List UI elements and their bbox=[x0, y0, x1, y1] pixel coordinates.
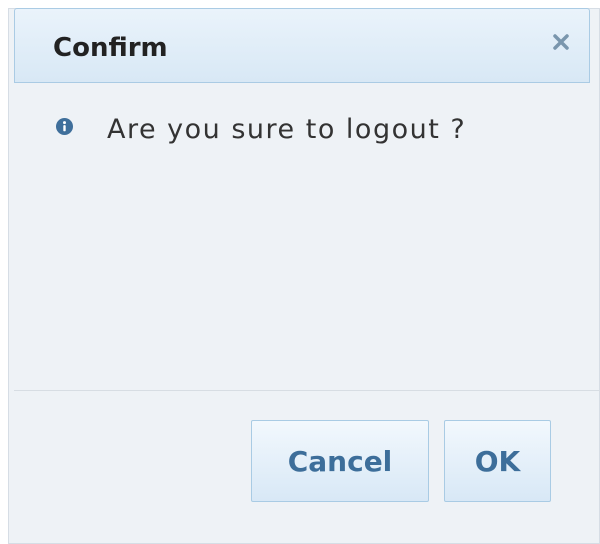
ok-button[interactable]: OK bbox=[444, 420, 551, 502]
close-icon[interactable] bbox=[551, 32, 571, 52]
dialog-title: Confirm bbox=[53, 33, 168, 63]
footer-divider bbox=[14, 390, 600, 391]
dialog-titlebar: Confirm bbox=[14, 8, 590, 83]
cancel-button[interactable]: Cancel bbox=[251, 420, 429, 502]
info-icon bbox=[56, 118, 73, 135]
confirm-message: Are you sure to logout ? bbox=[107, 114, 467, 145]
